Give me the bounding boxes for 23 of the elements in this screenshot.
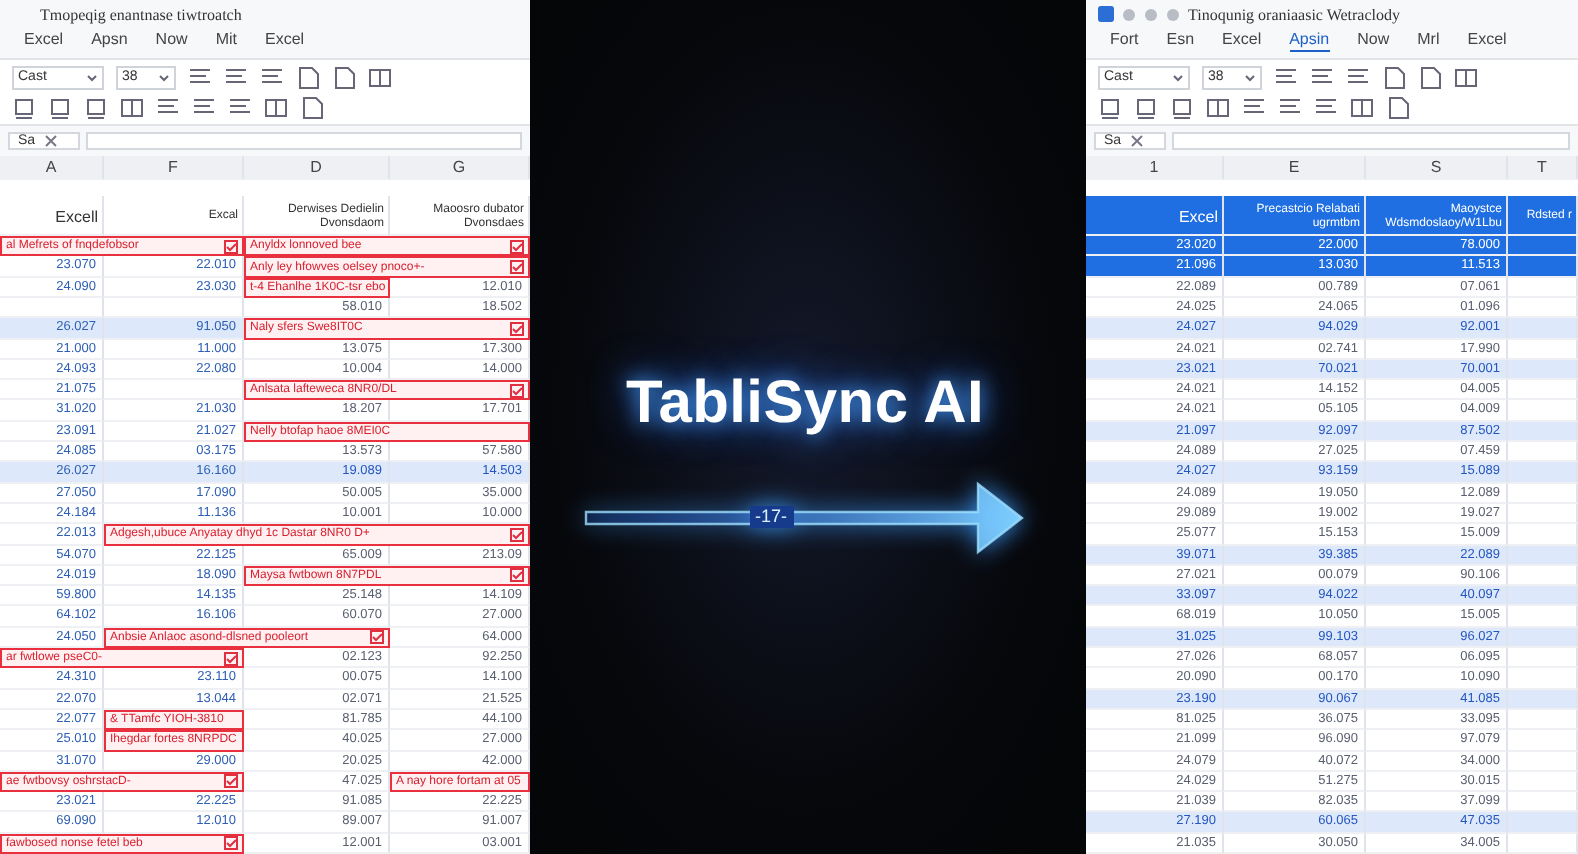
column-header[interactable]: F [104, 156, 244, 181]
brand-title: TabliSync AI [625, 369, 985, 437]
column-header[interactable]: T [1508, 156, 1578, 181]
menu-tab[interactable]: Excel [24, 29, 64, 52]
column-header[interactable]: 1 [1086, 156, 1224, 181]
window-title: Tinoqunig oraniaasic Wetraclody [1188, 5, 1401, 24]
menu-tab[interactable]: Esn [1166, 29, 1195, 52]
menu-tab[interactable]: Excel [264, 29, 305, 52]
arrow-label: -17- [749, 505, 794, 527]
menu-tab[interactable]: Fort [1110, 29, 1139, 52]
menu-tab[interactable]: Mrl [1417, 29, 1440, 52]
menu-tab[interactable]: Now [1357, 29, 1390, 52]
menu-tab[interactable]: Apsin [1289, 29, 1330, 52]
window-title: Tmopeqig enantnase tiwtroatch [40, 5, 242, 24]
menu-tab[interactable]: Excel [1222, 29, 1262, 52]
menu-tab[interactable]: Now [155, 29, 188, 52]
column-header[interactable]: E [1224, 156, 1366, 181]
menu-tab[interactable]: Excel [1467, 29, 1507, 52]
column-header[interactable]: A [0, 156, 104, 181]
menu-tab[interactable]: Apsn [91, 29, 128, 52]
column-header[interactable]: S [1366, 156, 1508, 181]
menu-tab[interactable]: Mit [215, 29, 237, 52]
column-header[interactable]: D [244, 156, 390, 181]
